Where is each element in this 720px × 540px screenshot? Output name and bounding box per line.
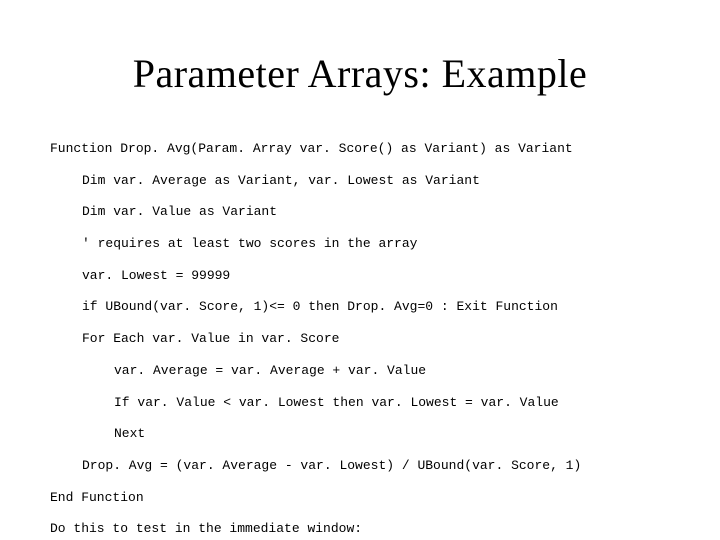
slide-title: Parameter Arrays: Example <box>50 50 670 97</box>
code-line: Dim var. Average as Variant, var. Lowest… <box>50 173 670 189</box>
code-line: Drop. Avg = (var. Average - var. Lowest)… <box>50 458 670 474</box>
code-line: Dim var. Value as Variant <box>50 204 670 220</box>
code-block: Function Drop. Avg(Param. Array var. Sco… <box>50 125 670 540</box>
code-line: Function Drop. Avg(Param. Array var. Sco… <box>50 141 670 157</box>
code-line: Do this to test in the immediate window: <box>50 521 670 537</box>
code-line: If var. Value < var. Lowest then var. Lo… <box>50 395 670 411</box>
code-line: End Function <box>50 490 670 506</box>
code-line: var. Lowest = 99999 <box>50 268 670 284</box>
code-line: var. Average = var. Average + var. Value <box>50 363 670 379</box>
code-line: if UBound(var. Score, 1)<= 0 then Drop. … <box>50 299 670 315</box>
code-line: Next <box>50 426 670 442</box>
slide: Parameter Arrays: Example Function Drop.… <box>0 0 720 540</box>
code-line: ' requires at least two scores in the ar… <box>50 236 670 252</box>
code-line: For Each var. Value in var. Score <box>50 331 670 347</box>
